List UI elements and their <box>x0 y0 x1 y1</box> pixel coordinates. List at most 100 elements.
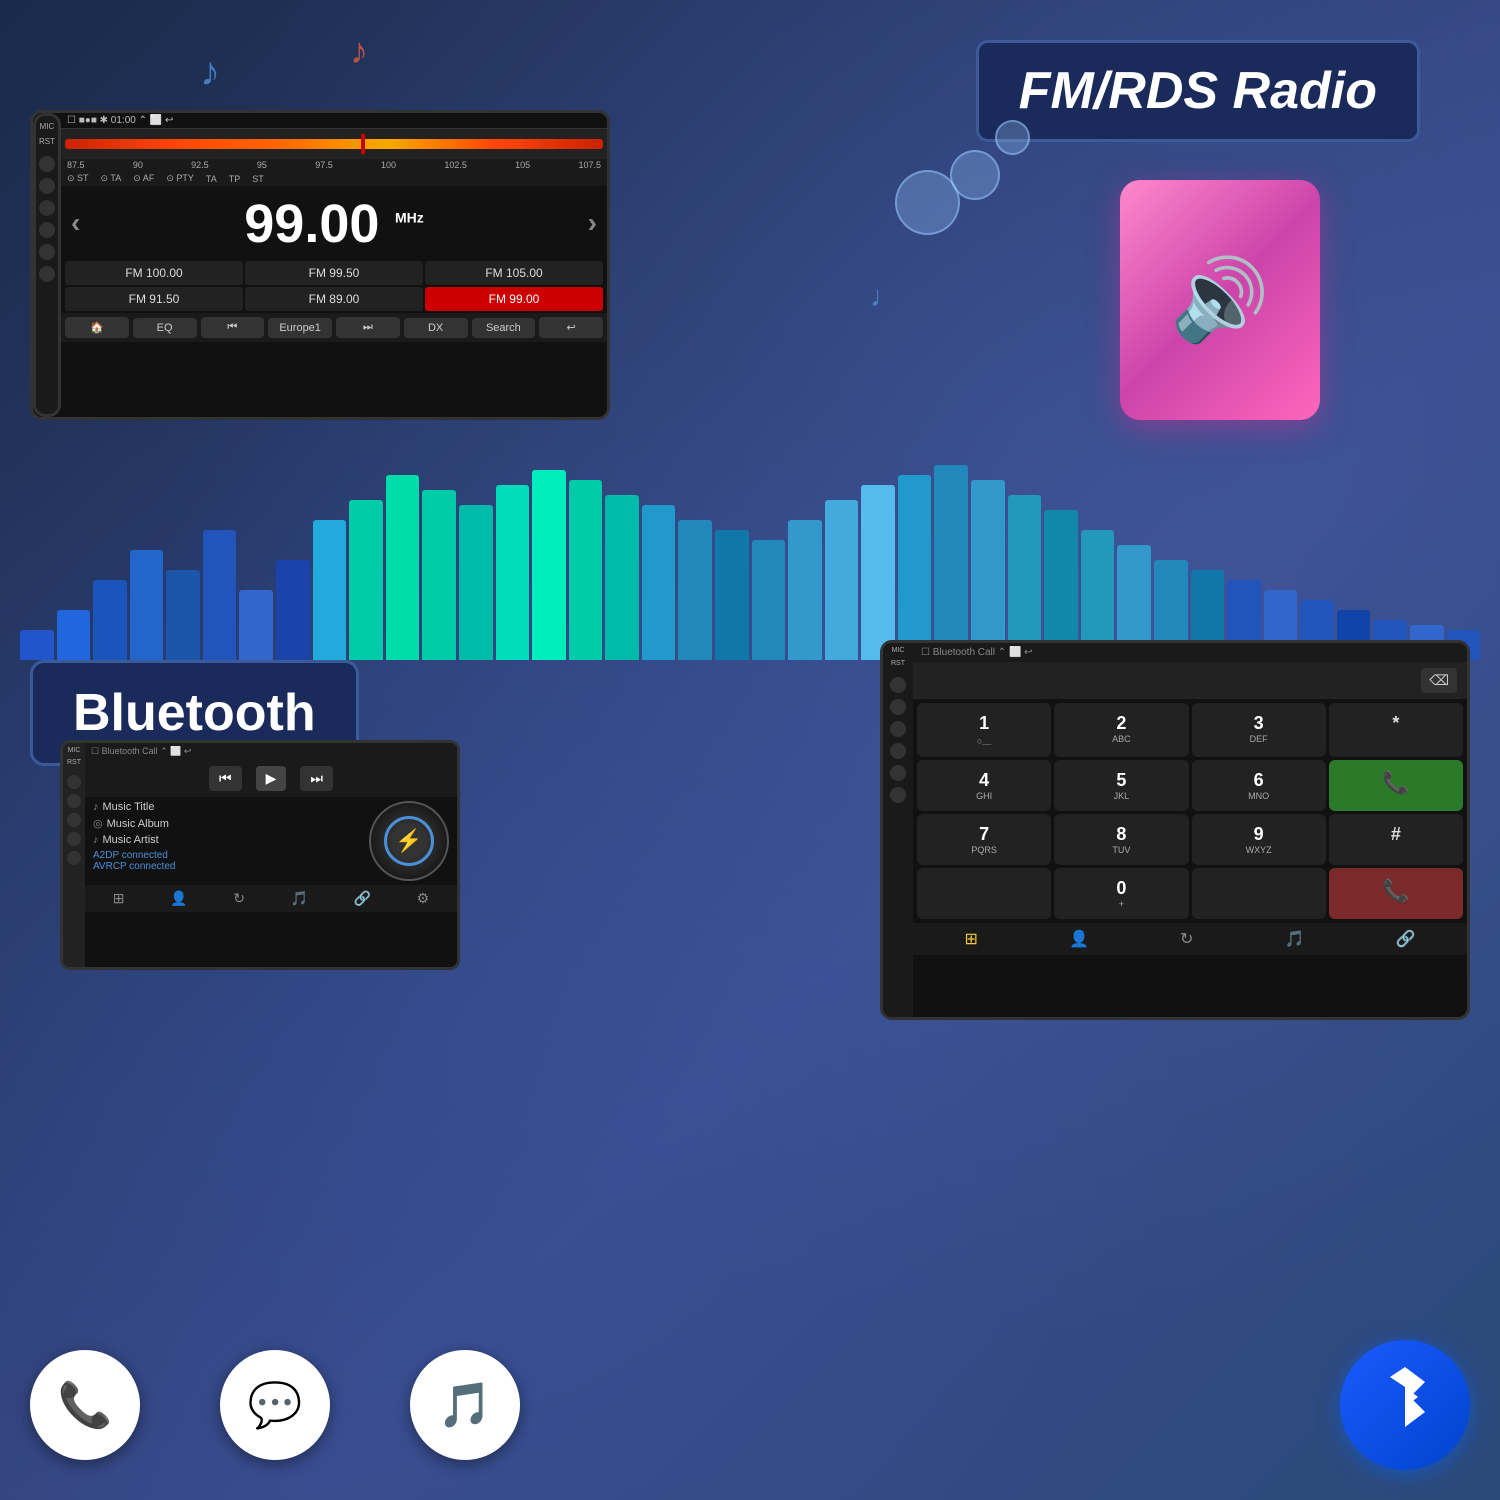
bt-side-icon-3[interactable] <box>67 813 81 827</box>
bt-prev-button[interactable]: ⏮ <box>209 766 242 791</box>
fm-btn-home[interactable]: 🏠 <box>65 317 129 338</box>
fm-radio-screen: MIC RST ☐ ■●■ ✱ 01:00 ⌃ ⬜ ↩ 87.5 90 92.5… <box>30 110 610 420</box>
fm-side-icon-3[interactable] <box>39 200 55 216</box>
eq-bar-16 <box>569 480 603 660</box>
fm-preset-4[interactable]: FM 91.50 <box>65 287 243 311</box>
eq-bar-22 <box>788 520 822 660</box>
bt-nav-music[interactable]: 🎵 <box>291 890 308 907</box>
dialer-nav-link[interactable]: 🔗 <box>1396 929 1416 949</box>
bt-play-button[interactable]: ▶ <box>256 766 287 791</box>
dialer-key-hash[interactable]: # <box>1329 814 1463 865</box>
music-feature-icon[interactable]: 🎵 <box>410 1350 520 1460</box>
eq-bar-25 <box>898 475 932 660</box>
dialer-side-icon-4[interactable] <box>890 743 906 759</box>
dialer-nav-music[interactable]: 🎵 <box>1285 929 1305 949</box>
dialer-key-star[interactable]: * <box>1329 703 1463 757</box>
bluetooth-label-text: Bluetooth <box>73 684 316 742</box>
fm-btn-dx[interactable]: DX <box>404 318 468 338</box>
bt-nav-settings[interactable]: ⚙ <box>417 890 430 907</box>
fm-btn-europe1[interactable]: Europe1 <box>268 318 332 338</box>
eq-bar-28 <box>1008 495 1042 660</box>
dialer-key-4[interactable]: 4 GHI <box>917 760 1051 811</box>
bt-side-icon-5[interactable] <box>67 851 81 865</box>
bt-artist-row: ♪ Music Artist <box>93 834 361 846</box>
fm-next-arrow[interactable]: › <box>588 207 597 239</box>
bt-side-icon-1[interactable] <box>67 775 81 789</box>
dialer-side-icon-5[interactable] <box>890 765 906 781</box>
dialer-key-6[interactable]: 6 MNO <box>1192 760 1326 811</box>
fm-indicator-row: ⊙ ST ⊙ TA ⊙ AF ⊙ PTY TA TP ST <box>61 171 607 186</box>
dialer-side-icon-2[interactable] <box>890 699 906 715</box>
message-feature-icon[interactable]: 💬 <box>220 1350 330 1460</box>
bt-side-icon-2[interactable] <box>67 794 81 808</box>
dialer-side-icon-3[interactable] <box>890 721 906 737</box>
eq-bar-1 <box>20 630 54 660</box>
fm-preset-1[interactable]: FM 100.00 <box>65 261 243 285</box>
dialer-key-call[interactable]: 📞 <box>1329 760 1463 811</box>
music-note-2: ♪ <box>350 30 368 72</box>
fm-preset-2[interactable]: FM 99.50 <box>245 261 423 285</box>
eq-bar-26 <box>934 465 968 660</box>
dialer-key-empty-2 <box>1192 868 1326 919</box>
bt-nav-contacts[interactable]: 👤 <box>170 890 187 907</box>
fm-tuner-track <box>65 139 603 149</box>
fm-tuner-bar[interactable] <box>61 129 607 159</box>
dialer-side-icon-6[interactable] <box>890 787 906 803</box>
bt-album-name: Music Album <box>107 818 169 830</box>
eq-bar-14 <box>496 485 530 660</box>
fm-side-mic: MIC <box>40 122 55 131</box>
dialer-key-9[interactable]: 9 WXYZ <box>1192 814 1326 865</box>
bt-bluetooth-logo: ⚡ <box>384 816 434 866</box>
dialer-key-8[interactable]: 8 TUV <box>1054 814 1188 865</box>
dialer-key-empty-1 <box>917 868 1051 919</box>
dialer-side-icon-1[interactable] <box>890 677 906 693</box>
fm-side-icon-5[interactable] <box>39 244 55 260</box>
dialer-key-7[interactable]: 7 PQRS <box>917 814 1051 865</box>
dialer-key-end[interactable]: 📞 <box>1329 868 1463 919</box>
fm-status-icons: ☐ ■●■ ✱ 01:00 ⌃ ⬜ ↩ <box>67 115 173 126</box>
fm-btn-eq[interactable]: EQ <box>133 318 197 338</box>
fm-rds-label: FM/RDS Radio <box>976 40 1420 142</box>
dialer-screen: MIC RST ☐ Bluetooth Call ⌃ ⬜ ↩ ⌫ 1 ○＿ 2 … <box>880 640 1470 1020</box>
bt-nav-apps[interactable]: ⊞ <box>113 890 125 907</box>
eq-bar-18 <box>642 505 676 660</box>
fm-btn-back[interactable]: ↩ <box>539 317 603 338</box>
music-note-4: ♩ <box>870 280 900 314</box>
dialer-key-0[interactable]: 0 + <box>1054 868 1188 919</box>
fm-btn-next[interactable]: ⏭ <box>336 317 400 338</box>
dialer-key-2[interactable]: 2 ABC <box>1054 703 1188 757</box>
phone-feature-icon[interactable]: 📞 <box>30 1350 140 1460</box>
dialer-backspace-button[interactable]: ⌫ <box>1421 668 1457 693</box>
dialer-keypad: 1 ○＿ 2 ABC 3 DEF * 4 GHI 5 JKL <box>913 699 1467 923</box>
fm-bottom-controls: 🏠 EQ ⏮ Europe1 ⏭ DX Search ↩ <box>61 313 607 342</box>
bt-a2dp-status: A2DP connected <box>93 850 361 861</box>
fm-status-bar: ☐ ■●■ ✱ 01:00 ⌃ ⬜ ↩ <box>61 113 607 129</box>
bt-album-row: ◎ Music Album <box>93 817 361 830</box>
dialer-status-icons: ☐ Bluetooth Call ⌃ ⬜ ↩ <box>921 647 1033 658</box>
fm-preset-3[interactable]: FM 105.00 <box>425 261 603 285</box>
bt-nav-recent[interactable]: ↻ <box>233 890 245 907</box>
fm-prev-arrow[interactable]: ‹ <box>71 207 80 239</box>
dialer-nav-contacts[interactable]: 👤 <box>1069 929 1089 949</box>
bt-side-icon-4[interactable] <box>67 832 81 846</box>
fm-side-icon-4[interactable] <box>39 222 55 238</box>
fm-preset-5[interactable]: FM 89.00 <box>245 287 423 311</box>
bt-nav-link[interactable]: 🔗 <box>354 890 371 907</box>
eq-bar-8 <box>276 560 310 660</box>
dialer-nav-recent[interactable]: ↻ <box>1180 929 1193 949</box>
dialer-key-1[interactable]: 1 ○＿ <box>917 703 1051 757</box>
fm-side-icon-2[interactable] <box>39 178 55 194</box>
fm-btn-search[interactable]: Search <box>472 318 536 338</box>
dialer-key-5[interactable]: 5 JKL <box>1054 760 1188 811</box>
bt-next-button[interactable]: ⏭ <box>300 766 333 791</box>
dialer-key-3[interactable]: 3 DEF <box>1192 703 1326 757</box>
bt-side-mic: MIC <box>68 747 81 754</box>
bt-track-info-panel: ♪ Music Title ◎ Music Album ♪ Music Arti… <box>93 801 361 881</box>
dialer-nav-keypad[interactable]: ⊞ <box>965 929 978 949</box>
bt-artist-name: Music Artist <box>103 834 159 846</box>
fm-side-icon-home[interactable] <box>39 156 55 172</box>
fm-presets-grid: FM 100.00 FM 99.50 FM 105.00 FM 91.50 FM… <box>61 259 607 313</box>
fm-preset-6-active[interactable]: FM 99.00 <box>425 287 603 311</box>
fm-btn-prev[interactable]: ⏮ <box>201 317 265 338</box>
fm-side-icon-6[interactable] <box>39 266 55 282</box>
